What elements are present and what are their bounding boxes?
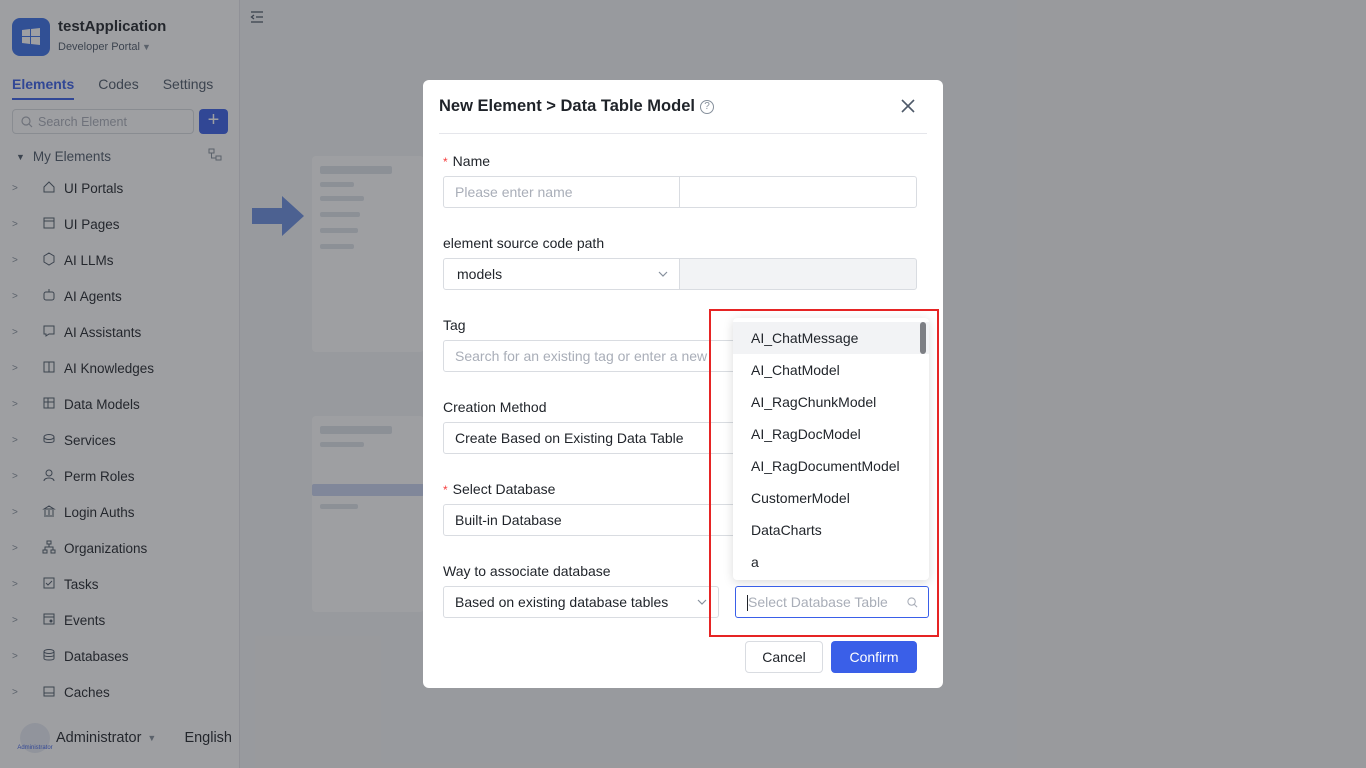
divider (439, 133, 927, 134)
dialog-title: New Element > Data Table Model (439, 97, 695, 115)
chevron-down-icon (658, 271, 668, 277)
path-select[interactable]: models (443, 258, 680, 290)
chevron-down-icon (697, 599, 707, 605)
help-icon[interactable]: ? (699, 99, 714, 114)
name-label: * Name (443, 153, 491, 169)
database-label: * Select Database (443, 481, 556, 497)
path-label: element source code path (443, 235, 605, 251)
tag-label: Tag (443, 317, 466, 333)
path-value: models (457, 266, 503, 282)
confirm-button[interactable]: Confirm (831, 641, 917, 673)
assoc-label: Way to associate database (443, 563, 611, 579)
assoc-value: Based on existing database tables (455, 594, 669, 610)
assoc-select[interactable]: Based on existing database tables (443, 586, 719, 618)
highlight-box (709, 309, 939, 637)
method-label: Creation Method (443, 399, 547, 415)
close-icon[interactable] (900, 98, 916, 114)
name-suffix-input[interactable] (679, 176, 917, 208)
name-input[interactable]: Please enter name (443, 176, 680, 208)
cancel-button[interactable]: Cancel (745, 641, 823, 673)
path-suffix-input (679, 258, 917, 290)
